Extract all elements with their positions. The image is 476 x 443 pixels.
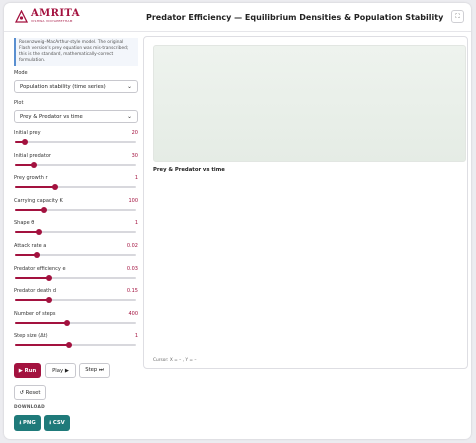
slider-fill bbox=[15, 321, 68, 324]
slider-prey-growth-r[interactable] bbox=[15, 184, 136, 191]
slider-fill bbox=[15, 299, 49, 302]
plot-select-value: Prey & Predator vs time bbox=[20, 113, 83, 120]
slider-value: 0.15 bbox=[126, 288, 138, 295]
slider-fill bbox=[15, 186, 55, 189]
step-button[interactable]: Step ⏭ bbox=[79, 363, 110, 378]
slider-attack-rate-a[interactable] bbox=[15, 252, 136, 258]
plot-canvas[interactable] bbox=[153, 45, 466, 162]
slider-thumb[interactable] bbox=[66, 342, 73, 349]
logo-text: AMRITA bbox=[31, 8, 80, 19]
slider-thumb[interactable] bbox=[64, 319, 71, 326]
plot-card: Prey & Predator vs time Cursor: X = – , … bbox=[143, 36, 468, 369]
slider-thumb[interactable] bbox=[36, 229, 43, 236]
page-title: Predator Efficiency — Equilibrium Densit… bbox=[146, 13, 444, 22]
slider-thumb[interactable] bbox=[41, 206, 48, 213]
slider-label: Shape θ bbox=[14, 220, 35, 227]
slider-predator-efficiency-e[interactable] bbox=[15, 274, 136, 281]
download-heading: DOWNLOAD bbox=[14, 405, 45, 410]
slider-value: 1 bbox=[134, 220, 138, 227]
slider-control: Prey growth r 1 bbox=[14, 175, 138, 193]
slider-label: Attack rate a bbox=[14, 243, 47, 249]
slider-initial-predator[interactable] bbox=[15, 161, 136, 168]
reset-button[interactable]: ↺ Reset bbox=[14, 385, 46, 400]
slider-value: 1 bbox=[134, 175, 138, 182]
slider-value: 0.03 bbox=[126, 265, 138, 272]
slider-thumb[interactable] bbox=[33, 252, 40, 258]
slider-initial-prey[interactable] bbox=[15, 139, 136, 145]
slider-step-size-t[interactable] bbox=[15, 342, 136, 349]
slider-value: 400 bbox=[128, 310, 138, 317]
run-button[interactable]: ▶ Run bbox=[14, 363, 41, 378]
mode-label: Mode bbox=[14, 70, 28, 76]
slider-label: Step size (Δt) bbox=[14, 333, 48, 340]
plot-label: Plot bbox=[14, 100, 24, 106]
mode-select-value: Population stability (time series) bbox=[20, 83, 106, 90]
play-button[interactable]: Play ▶ bbox=[45, 363, 76, 378]
slider-value: 1 bbox=[134, 333, 138, 340]
chevron-down-icon: ⌄ bbox=[126, 113, 132, 120]
header: AMRITA VISHWA VIDYAPEETHAM Predator Effi… bbox=[4, 3, 471, 32]
app-window: AMRITA VISHWA VIDYAPEETHAM Predator Effi… bbox=[4, 3, 471, 439]
slider-label: Carrying capacity K bbox=[14, 197, 63, 204]
slider-label: Predator death d bbox=[14, 288, 57, 295]
slider-value: 20 bbox=[131, 130, 138, 136]
slider-shape[interactable] bbox=[15, 229, 136, 236]
slider-label: Number of steps bbox=[14, 310, 56, 317]
slider-thumb[interactable] bbox=[45, 297, 52, 304]
slider-carrying-capacity-k[interactable] bbox=[15, 206, 136, 213]
amrita-logo: AMRITA VISHWA VIDYAPEETHAM bbox=[15, 9, 80, 23]
slider-control: Step size (Δt) 1 bbox=[14, 333, 138, 351]
slider-fill bbox=[15, 276, 49, 279]
slider-number-of-steps[interactable] bbox=[15, 319, 136, 326]
slider-label: Predator efficiency e bbox=[14, 265, 66, 272]
slider-label: Prey growth r bbox=[14, 175, 48, 182]
slider-thumb[interactable] bbox=[31, 161, 38, 168]
slider-value: 100 bbox=[128, 197, 138, 204]
logo-subtext: VISHWA VIDYAPEETHAM bbox=[31, 19, 73, 23]
plot-title: Prey & Predator vs time bbox=[153, 167, 225, 173]
slider-value: 30 bbox=[131, 152, 138, 159]
slider-fill bbox=[15, 208, 45, 211]
plot-select[interactable]: Prey & Predator vs time ⌄ bbox=[14, 110, 138, 123]
expand-icon: ⛶ bbox=[455, 12, 460, 20]
cursor-readout: Cursor: X = – , Y = – bbox=[153, 358, 197, 363]
slider-control: Number of steps 400 bbox=[14, 311, 138, 329]
slider-fill bbox=[15, 344, 70, 347]
slider-label: Initial prey bbox=[14, 130, 41, 136]
slider-thumb[interactable] bbox=[21, 139, 28, 145]
slider-control: Predator death d 0.15 bbox=[14, 288, 138, 306]
logo-emblem-icon bbox=[15, 9, 28, 23]
slider-predator-death-d[interactable] bbox=[15, 297, 136, 304]
slider-value: 0.02 bbox=[126, 243, 138, 249]
mode-select[interactable]: Population stability (time series) ⌄ bbox=[14, 80, 138, 93]
slider-control: Carrying capacity K 100 bbox=[14, 198, 138, 216]
slider-thumb[interactable] bbox=[45, 274, 52, 281]
model-note: Rosenzweig–MacArthur-style model. The or… bbox=[14, 38, 138, 66]
slider-control: Shape θ 1 bbox=[14, 220, 138, 238]
slider-control: Initial prey 20 bbox=[14, 130, 138, 148]
slider-label: Initial predator bbox=[14, 152, 51, 159]
chevron-down-icon: ⌄ bbox=[126, 83, 132, 90]
slider-control: Predator efficiency e 0.03 bbox=[14, 266, 138, 284]
slider-thumb[interactable] bbox=[51, 184, 58, 191]
download-png-button[interactable]: ⭳ PNG bbox=[14, 415, 41, 431]
slider-control: Attack rate a 0.02 bbox=[14, 243, 138, 261]
expand-button[interactable]: ⛶ bbox=[451, 10, 464, 23]
download-csv-button[interactable]: ⭳ CSV bbox=[44, 415, 70, 431]
slider-control: Initial predator 30 bbox=[14, 153, 138, 171]
